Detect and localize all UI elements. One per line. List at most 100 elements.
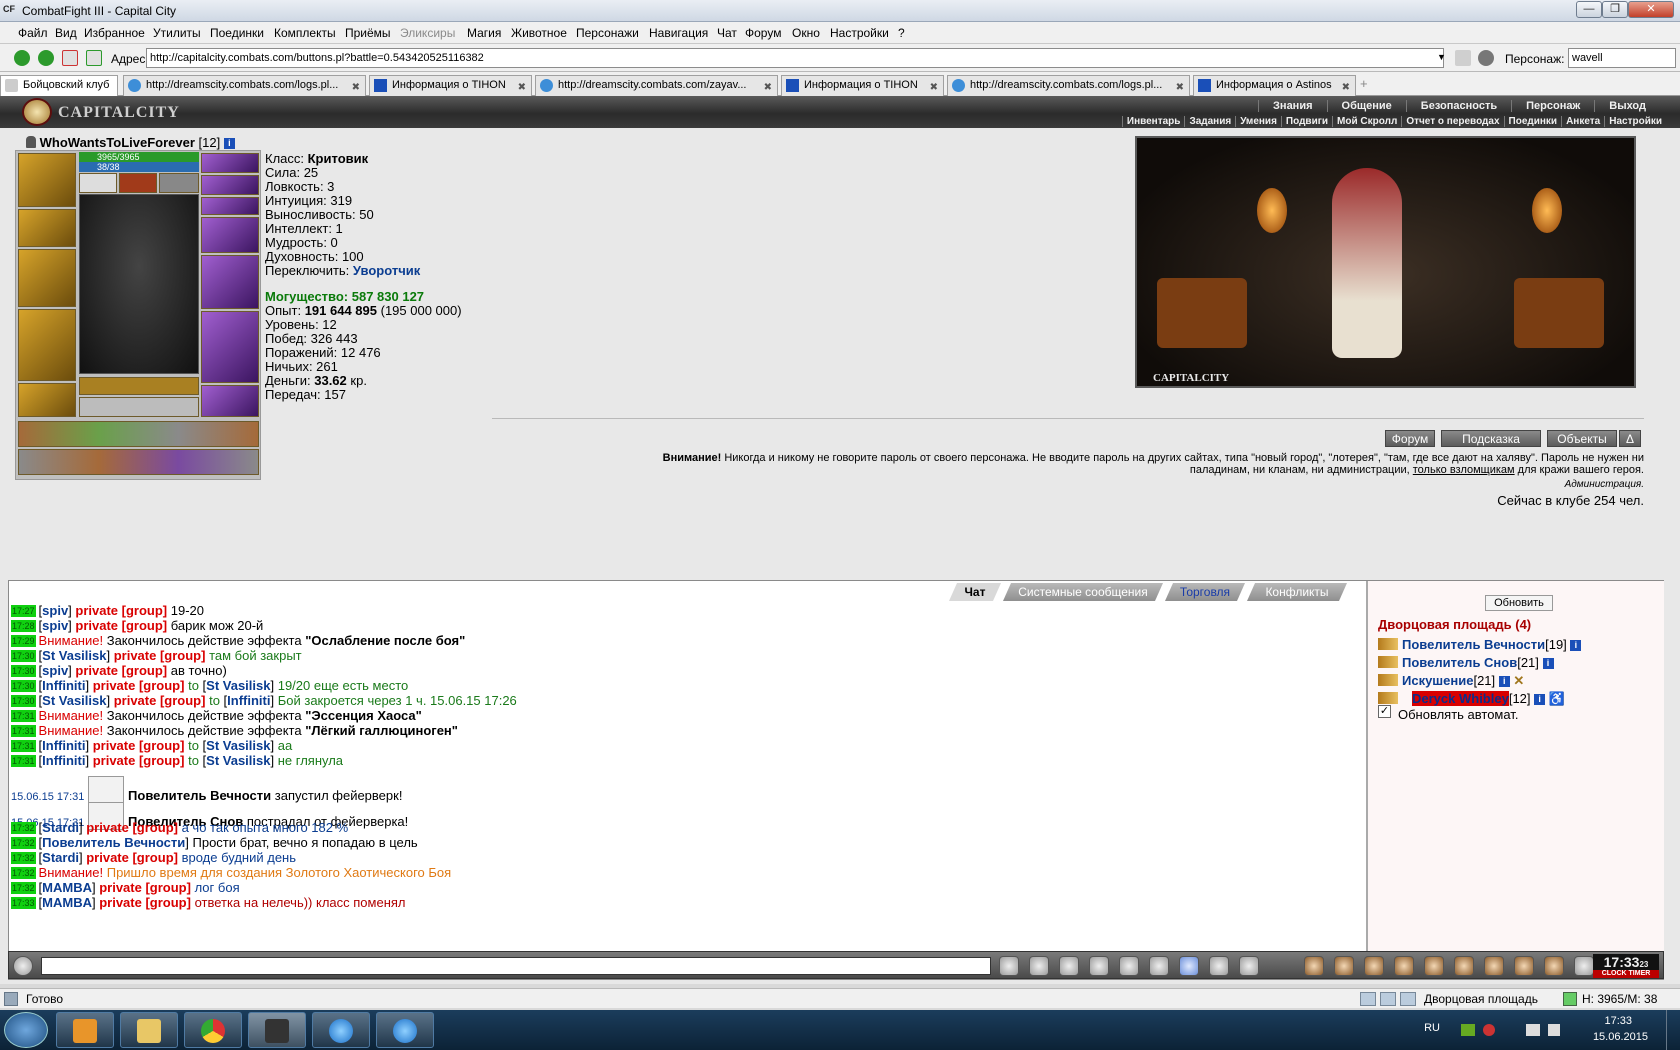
rune-slot-1[interactable] — [79, 173, 117, 193]
weapon-right-slot[interactable] — [201, 255, 259, 309]
clear-icon[interactable] — [1455, 50, 1471, 66]
message-time[interactable]: 17:32 — [11, 882, 36, 894]
menu-chat[interactable]: Чат — [717, 26, 737, 40]
horse-icon[interactable] — [1239, 956, 1259, 976]
fighter-icon[interactable] — [1119, 956, 1139, 976]
taskbar-combatfight[interactable] — [248, 1012, 306, 1048]
close-tab-icon[interactable]: ✖ — [764, 79, 772, 96]
address-input[interactable]: http://capitalcity.combats.com/buttons.p… — [146, 48, 1444, 68]
music-note-icon[interactable] — [1179, 956, 1199, 976]
sender-nick[interactable]: Inffiniti — [42, 753, 85, 768]
sender-nick[interactable]: spiv — [42, 618, 68, 633]
taskbar-chrome[interactable] — [184, 1012, 242, 1048]
hint-button[interactable]: Подсказка — [1441, 430, 1541, 447]
chrome-tray-icon[interactable] — [1483, 1024, 1495, 1036]
link-quests[interactable]: Задания — [1184, 116, 1235, 127]
link-character[interactable]: Персонаж — [1511, 100, 1594, 112]
info-icon[interactable]: i — [223, 138, 235, 149]
eraser-icon[interactable] — [1029, 956, 1049, 976]
link-security[interactable]: Безопасность — [1405, 100, 1511, 112]
link-knowledge[interactable]: Знания — [1258, 100, 1326, 112]
filter-icon[interactable] — [1059, 956, 1079, 976]
private-tag[interactable]: private [group] — [99, 895, 191, 910]
private-tag[interactable]: private [group] — [86, 820, 178, 835]
menu-characters[interactable]: Персонажи — [576, 26, 639, 40]
smiley-icon[interactable] — [1209, 956, 1229, 976]
link-inventory[interactable]: Инвентарь — [1121, 116, 1185, 127]
recipient-nick[interactable]: St Vasilisk — [206, 738, 270, 753]
menu-view[interactable]: Вид — [55, 26, 77, 40]
message-time[interactable]: 17:32 — [11, 837, 36, 849]
link-feats[interactable]: Подвиги — [1280, 116, 1332, 127]
tab-logs-2[interactable]: http://dreamscity.combats.com/logs.pl...… — [947, 75, 1190, 96]
message-time[interactable]: 17:30 — [11, 665, 36, 677]
menu-sets[interactable]: Комплекты — [274, 26, 336, 40]
forum-button[interactable]: Форум — [1385, 430, 1435, 447]
private-tag[interactable]: private [group] — [93, 738, 185, 753]
message-time[interactable]: 17:29 — [11, 635, 36, 647]
menu-settings[interactable]: Настройки — [830, 26, 889, 40]
taskbar-ie-2[interactable] — [376, 1012, 434, 1048]
minimize-button[interactable]: — — [1576, 1, 1602, 18]
info-icon[interactable]: i — [1534, 694, 1546, 705]
private-tag[interactable]: private [group] — [114, 693, 206, 708]
back-icon[interactable] — [14, 50, 30, 66]
player-row[interactable]: Повелитель Снов[21] i — [1378, 655, 1554, 670]
refresh-button[interactable]: Обновить — [1485, 595, 1553, 611]
pants-slot[interactable] — [201, 311, 259, 383]
delta-button[interactable]: Δ — [1619, 430, 1641, 447]
dropdown-arrow-icon[interactable]: ▼ — [1437, 52, 1446, 62]
link-transfer-report[interactable]: Отчет о переводах — [1401, 116, 1503, 127]
smile-face-icon[interactable] — [13, 956, 33, 976]
refresh-icon[interactable] — [86, 50, 102, 66]
tab-info-astinos[interactable]: Информация о Astinos ✖ — [1193, 75, 1356, 96]
tab-system-messages[interactable]: Системные сообщения — [1003, 583, 1163, 601]
location-scene[interactable]: CAPITALCITY — [1135, 136, 1636, 388]
firework-author[interactable]: Повелитель Вечности — [128, 788, 271, 803]
sender-nick[interactable]: Stardi — [42, 850, 79, 865]
helmet-slot[interactable] — [18, 153, 76, 207]
tab-chat[interactable]: Чат — [949, 583, 1001, 601]
forward-icon[interactable] — [38, 50, 54, 66]
sender-nick[interactable]: spiv — [42, 603, 68, 618]
necklace-slot[interactable] — [201, 175, 259, 195]
chat-input[interactable] — [41, 957, 991, 975]
status-tool-icon[interactable] — [1380, 992, 1396, 1006]
player-row[interactable]: Искушение[21] i ✕ — [1378, 673, 1524, 689]
message-time[interactable]: 17:27 — [11, 605, 36, 617]
weapon-left-slot[interactable] — [18, 249, 76, 307]
info-icon[interactable]: i — [1570, 640, 1582, 651]
message-time[interactable]: 17:31 — [11, 710, 36, 722]
taskbar-media-player[interactable] — [56, 1012, 114, 1048]
close-button[interactable]: ✕ — [1628, 1, 1674, 18]
private-tag[interactable]: private [group] — [86, 850, 178, 865]
link-communication[interactable]: Общение — [1326, 100, 1406, 112]
private-tag[interactable]: private [group] — [75, 618, 167, 633]
bracers-slot[interactable] — [18, 209, 76, 247]
persona-select[interactable]: wavell — [1568, 48, 1676, 68]
menu-techniques[interactable]: Приёмы — [345, 26, 391, 40]
sender-nick[interactable]: Inffiniti — [42, 738, 85, 753]
close-tab-icon[interactable]: ✖ — [930, 79, 938, 96]
close-tab-icon[interactable]: ✖ — [1176, 79, 1184, 96]
message-time[interactable]: 17:33 — [11, 897, 36, 909]
potion-icon-6[interactable] — [1454, 956, 1474, 976]
close-tab-icon[interactable]: ✖ — [518, 79, 526, 96]
rune-slot-3[interactable] — [159, 173, 199, 193]
potion-icon-5[interactable] — [1424, 956, 1444, 976]
save-icon[interactable] — [1089, 956, 1109, 976]
link-exit[interactable]: Выход — [1594, 100, 1660, 112]
message-time[interactable]: 17:32 — [11, 867, 36, 879]
private-tag[interactable]: private [group] — [75, 603, 167, 618]
hackers-link[interactable]: только взломщикам — [1413, 464, 1515, 476]
belt-slot[interactable] — [18, 383, 76, 417]
menu-file[interactable]: Файл — [18, 26, 48, 40]
menu-favorites[interactable]: Избранное — [84, 26, 145, 40]
message-time[interactable]: 17:31 — [11, 755, 36, 767]
message-time[interactable]: 17:32 — [11, 852, 36, 864]
auto-refresh-checkbox[interactable]: ✓ — [1378, 705, 1391, 718]
potion-icon-1[interactable] — [1304, 956, 1324, 976]
potion-icon-7[interactable] — [1484, 956, 1504, 976]
private-tag[interactable]: private [group] — [75, 663, 167, 678]
recipient-nick[interactable]: Inffiniti — [227, 693, 270, 708]
